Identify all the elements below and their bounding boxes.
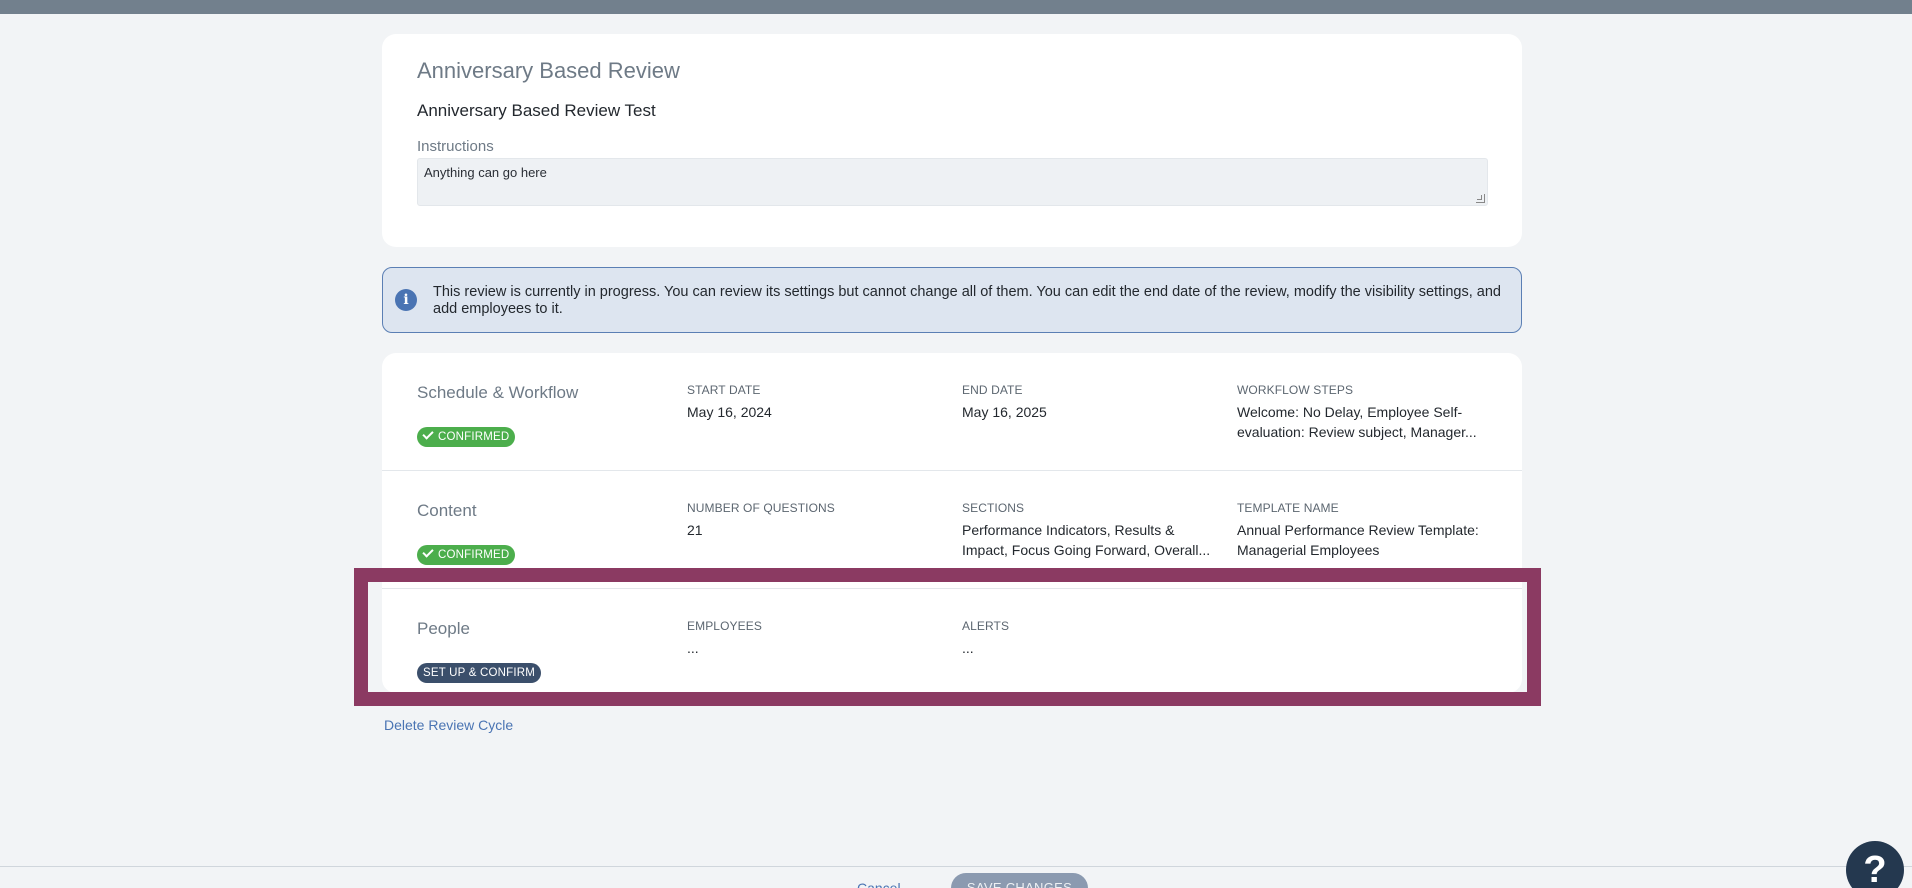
instructions-value: Anything can go here — [424, 165, 547, 180]
column-label: START DATE — [687, 383, 761, 397]
section-schedule-workflow[interactable]: Schedule & Workflow CONFIRMED START DATE… — [382, 353, 1522, 471]
column-value: Performance Indicators, Results & Impact… — [962, 522, 1211, 558]
save-changes-button[interactable]: SAVE CHANGES — [951, 873, 1088, 888]
cancel-link[interactable]: Cancel — [857, 880, 901, 888]
help-icon: ? — [1863, 849, 1887, 888]
review-title: Anniversary Based Review — [417, 58, 680, 83]
column-value: ... — [687, 640, 699, 656]
section-title: People — [417, 619, 470, 638]
template-name-column: TEMPLATE NAME Annual Performance Review … — [1237, 501, 1487, 560]
sections-column: SECTIONS Performance Indicators, Results… — [962, 501, 1212, 560]
start-date-column: START DATE May 16, 2024 — [687, 383, 937, 422]
workflow-steps-column: WORKFLOW STEPS Welcome: No Delay, Employ… — [1237, 383, 1487, 442]
check-icon — [422, 546, 434, 558]
section-title: Schedule & Workflow — [417, 383, 579, 402]
instructions-label: Instructions — [417, 138, 494, 155]
section-people[interactable]: People SET UP & CONFIRM EMPLOYEES ... AL… — [382, 589, 1522, 707]
alerts-column: ALERTS ... — [962, 619, 1212, 658]
info-icon: i — [395, 289, 417, 311]
section-title: Content — [417, 501, 477, 520]
column-value: 21 — [687, 522, 703, 538]
status-badge: CONFIRMED — [417, 427, 516, 447]
column-value: ... — [962, 640, 974, 656]
column-value: Welcome: No Delay, Employee Self-evaluat… — [1237, 404, 1477, 440]
column-label: ALERTS — [962, 619, 1010, 633]
top-bar — [0, 0, 1912, 14]
column-label: EMPLOYEES — [687, 619, 762, 633]
review-header-card: Anniversary Based Review Anniversary Bas… — [382, 34, 1522, 247]
column-label: SECTIONS — [962, 501, 1025, 515]
column-label: WORKFLOW STEPS — [1237, 383, 1354, 397]
column-value: Annual Performance Review Template: Mana… — [1237, 522, 1479, 558]
review-name: Anniversary Based Review Test — [417, 101, 656, 120]
info-banner: i This review is currently in progress. … — [382, 267, 1522, 333]
check-icon — [422, 428, 434, 440]
column-value: May 16, 2025 — [962, 404, 1047, 420]
employees-column: EMPLOYEES ... — [687, 619, 937, 658]
settings-sections-card: Schedule & Workflow CONFIRMED START DATE… — [382, 353, 1522, 693]
delete-review-cycle-link[interactable]: Delete Review Cycle — [384, 717, 513, 733]
section-content[interactable]: Content CONFIRMED NUMBER OF QUESTIONS 21… — [382, 471, 1522, 589]
help-button[interactable]: ? — [1846, 841, 1904, 888]
column-label: NUMBER OF QUESTIONS — [687, 501, 835, 515]
end-date-column: END DATE May 16, 2025 — [962, 383, 1212, 422]
status-badge: CONFIRMED — [417, 545, 516, 565]
info-banner-text: This review is currently in progress. Yo… — [433, 284, 1501, 317]
column-value: May 16, 2024 — [687, 404, 772, 420]
status-badge: SET UP & CONFIRM — [417, 663, 542, 683]
instructions-textarea[interactable]: Anything can go here — [417, 158, 1488, 206]
column-label: END DATE — [962, 383, 1023, 397]
resize-handle-icon[interactable] — [1476, 194, 1485, 203]
number-of-questions-column: NUMBER OF QUESTIONS 21 — [687, 501, 937, 540]
column-label: TEMPLATE NAME — [1237, 501, 1339, 515]
